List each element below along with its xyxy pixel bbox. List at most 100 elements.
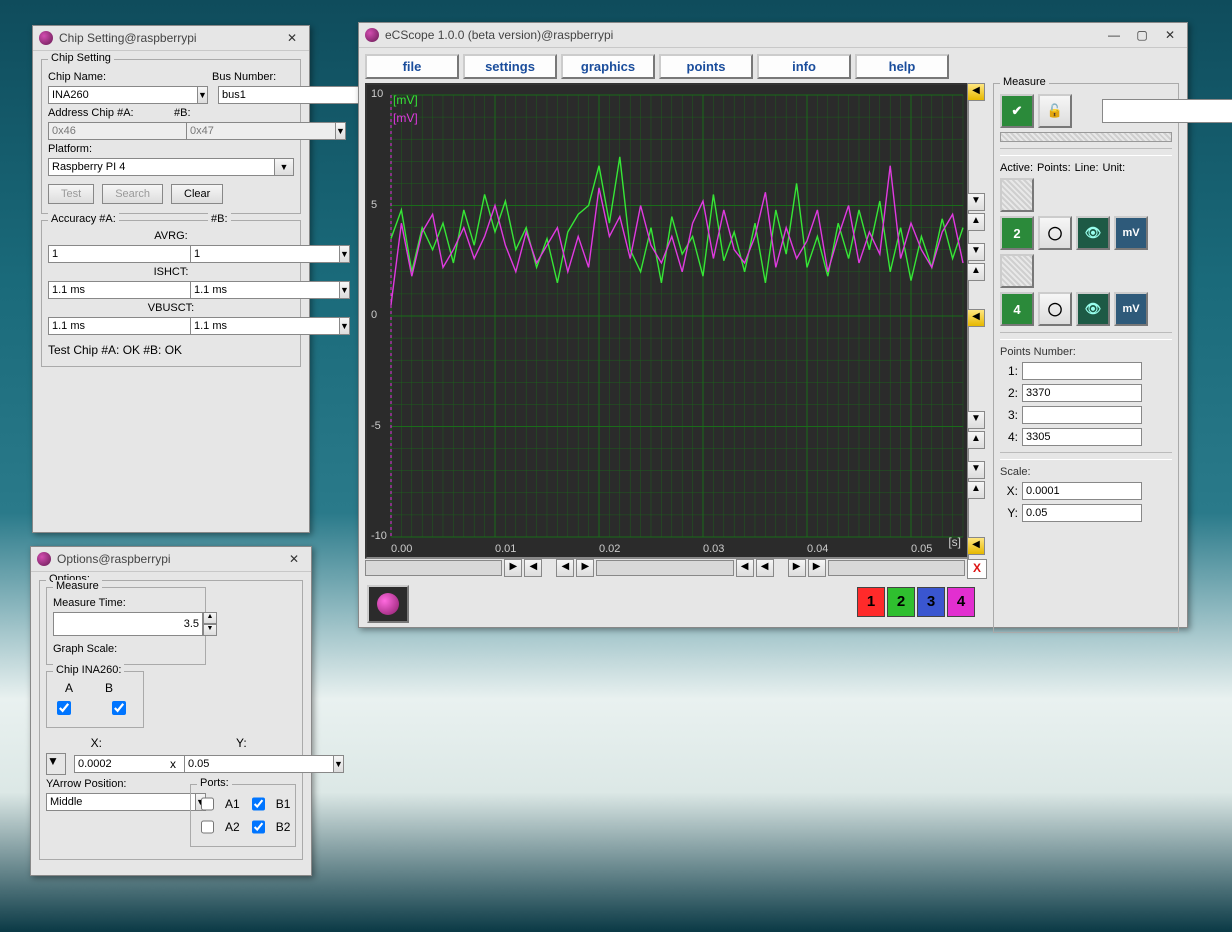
menu-help[interactable]: help: [855, 54, 949, 79]
hscroll-left-icon[interactable]: ◀: [756, 559, 774, 577]
chip-b-checkbox[interactable]: [112, 701, 126, 715]
scope-titlebar[interactable]: eCScope 1.0.0 (beta version)@raspberrypi…: [359, 23, 1187, 48]
channel-4-button[interactable]: 4: [947, 587, 975, 617]
y-tick-label: -5: [371, 420, 381, 432]
minimize-icon[interactable]: —: [1103, 26, 1125, 44]
scale-x-input[interactable]: [1022, 482, 1142, 500]
bus-number-select[interactable]: ▼: [218, 86, 294, 104]
ch4-points-button[interactable]: ◯: [1038, 292, 1072, 326]
scroll-down-icon[interactable]: ▲: [967, 263, 985, 281]
menu-file[interactable]: file: [365, 54, 459, 79]
hscroll-right-icon[interactable]: ▶: [788, 559, 806, 577]
measure-time-stepper[interactable]: ▲▼: [1102, 99, 1172, 123]
pn-1-input[interactable]: [1022, 362, 1142, 380]
step-up-icon[interactable]: ▲: [203, 612, 217, 624]
pn-3-input[interactable]: [1022, 406, 1142, 424]
ishct-a-select[interactable]: ▼: [48, 281, 144, 299]
marker-left-icon[interactable]: ◀: [967, 537, 985, 555]
marker-left-icon[interactable]: ◀: [967, 83, 985, 101]
port-b2-checkbox[interactable]: [252, 820, 265, 834]
vbusct-b-select[interactable]: ▼: [190, 317, 286, 335]
ch4-line-button[interactable]: 👁: [1076, 292, 1110, 326]
pn-2-input[interactable]: [1022, 384, 1142, 402]
ch3-active-button[interactable]: [1000, 254, 1034, 288]
chevron-down-icon[interactable]: ▼: [336, 122, 346, 140]
search-button[interactable]: Search: [102, 184, 163, 204]
scroll-up-icon[interactable]: ▲: [967, 213, 985, 231]
chip-name-select[interactable]: ▼: [48, 86, 166, 104]
menu-graphics[interactable]: graphics: [561, 54, 655, 79]
avrg-b-select[interactable]: ▼: [190, 245, 286, 263]
addr-b-select[interactable]: ▼: [186, 122, 286, 140]
chevron-down-icon[interactable]: ▼: [334, 755, 344, 773]
menu-info[interactable]: info: [757, 54, 851, 79]
scale-x-select[interactable]: [74, 755, 162, 773]
ch2-points-button[interactable]: ◯: [1038, 216, 1072, 250]
close-x-button[interactable]: X: [967, 559, 987, 579]
scroll-down-icon[interactable]: ▲: [967, 481, 985, 499]
measure-time-stepper[interactable]: ▲▼: [53, 612, 173, 636]
test-button[interactable]: Test: [48, 184, 94, 204]
x-step-down-icon[interactable]: ▼: [46, 753, 66, 775]
chevron-down-icon[interactable]: ▼: [198, 86, 208, 104]
yarrow-select[interactable]: ▼: [46, 793, 166, 811]
hscroll-track-left[interactable]: [365, 560, 502, 576]
hscroll-right-icon[interactable]: ▶: [504, 559, 522, 577]
addr-a-select[interactable]: ▼: [48, 122, 156, 140]
ch1-active-button[interactable]: [1000, 178, 1034, 212]
channel-1-button[interactable]: 1: [857, 587, 885, 617]
ch2-active-button[interactable]: 2: [1000, 216, 1034, 250]
hscroll-track-right[interactable]: [596, 560, 733, 576]
port-a1-checkbox[interactable]: [201, 797, 214, 811]
lock-button[interactable]: 🔓: [1038, 94, 1072, 128]
scale-y-input[interactable]: [1022, 504, 1142, 522]
scroll-down-icon[interactable]: ▼: [967, 461, 985, 479]
menu-settings[interactable]: settings: [463, 54, 557, 79]
record-button[interactable]: [367, 585, 409, 623]
menu-points[interactable]: points: [659, 54, 753, 79]
close-icon[interactable]: ✕: [1159, 26, 1181, 44]
close-icon[interactable]: ✕: [283, 550, 305, 568]
vbusct-a-select[interactable]: ▼: [48, 317, 144, 335]
step-down-icon[interactable]: ▼: [203, 624, 217, 636]
hscroll-left-icon[interactable]: ◀: [736, 559, 754, 577]
marker-left-icon[interactable]: ◀: [967, 309, 985, 327]
chevron-down-icon[interactable]: ▼: [275, 158, 294, 176]
oscilloscope-plot[interactable]: [mV] [mV] [s] 1050-5-100.000.010.020.030…: [365, 83, 969, 559]
yarrow-label: YArrow Position:: [46, 778, 127, 790]
clear-button[interactable]: Clear: [171, 184, 223, 204]
scroll-down-icon[interactable]: ▼: [967, 243, 985, 261]
chip-titlebar[interactable]: Chip Setting@raspberrypi ✕: [33, 26, 309, 51]
platform-select[interactable]: ▼: [48, 158, 294, 176]
channel-3-button[interactable]: 3: [917, 587, 945, 617]
ch2-unit-button[interactable]: mV: [1114, 216, 1148, 250]
chevron-down-icon[interactable]: ▼: [340, 245, 350, 263]
accept-button[interactable]: ✔: [1000, 94, 1034, 128]
maximize-icon[interactable]: ▢: [1131, 26, 1153, 44]
chevron-down-icon[interactable]: ▼: [340, 317, 350, 335]
ch2-line-button[interactable]: 👁: [1076, 216, 1110, 250]
hscroll-track-end[interactable]: [828, 560, 965, 576]
port-a2-checkbox[interactable]: [201, 820, 214, 834]
chip-a-checkbox[interactable]: [57, 701, 71, 715]
hscroll-right-icon[interactable]: ▶: [808, 559, 826, 577]
hscroll-right-icon[interactable]: ▶: [576, 559, 594, 577]
ishct-b-select[interactable]: ▼: [190, 281, 286, 299]
port-b1-checkbox[interactable]: [252, 797, 265, 811]
options-titlebar[interactable]: Options@raspberrypi ✕: [31, 547, 311, 572]
hscroll-left-icon[interactable]: ◀: [556, 559, 574, 577]
ch4-unit-button[interactable]: mV: [1114, 292, 1148, 326]
ch4-active-button[interactable]: 4: [1000, 292, 1034, 326]
channel-2-button[interactable]: 2: [887, 587, 915, 617]
scroll-up-icon[interactable]: ▼: [967, 411, 985, 429]
chevron-down-icon[interactable]: ▼: [340, 281, 350, 299]
close-icon[interactable]: ✕: [281, 29, 303, 47]
progress-bar: [1000, 132, 1172, 142]
avrg-a-select[interactable]: ▼: [48, 245, 144, 263]
hscroll-left-icon[interactable]: ◀: [524, 559, 542, 577]
scroll-up-icon[interactable]: ▲: [967, 431, 985, 449]
pn-4-input[interactable]: [1022, 428, 1142, 446]
port-b1-label: B1: [276, 797, 291, 811]
scale-y-select[interactable]: ▼: [184, 755, 276, 773]
scroll-up-icon[interactable]: ▼: [967, 193, 985, 211]
